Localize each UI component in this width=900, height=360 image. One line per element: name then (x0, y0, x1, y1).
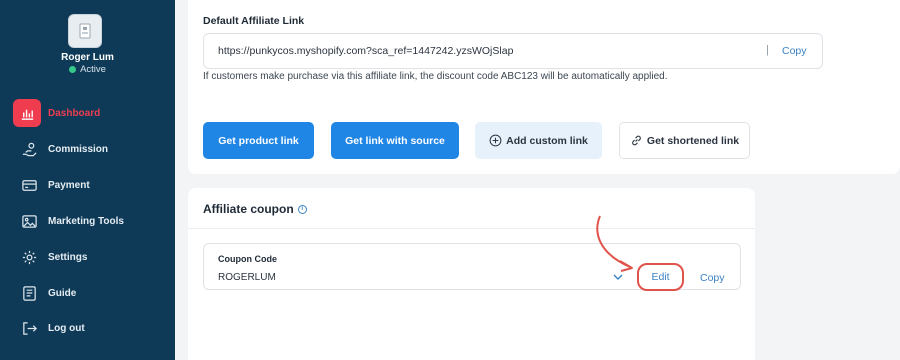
sidebar-item-label: Settings (48, 251, 88, 263)
book-icon (19, 283, 39, 303)
user-avatar-icon (79, 23, 91, 39)
copy-coupon-button[interactable]: Copy (700, 272, 725, 284)
coupon-code-field[interactable]: Coupon Code ROGERLUM Edit Copy (203, 243, 741, 291)
sidebar-item-commission[interactable]: Commission (0, 134, 175, 164)
edit-coupon-button[interactable]: Edit (637, 263, 684, 291)
affiliate-link-url[interactable]: https://punkycos.myshopify.com?sca_ref=1… (218, 45, 513, 57)
avatar[interactable] (68, 14, 102, 48)
user-name: Roger Lum (61, 52, 114, 63)
get-link-with-source-button[interactable]: Get link with source (331, 122, 459, 159)
plus-circle-icon (489, 134, 502, 147)
affiliate-coupon-title: Affiliate coupon (203, 202, 294, 216)
gear-icon (19, 247, 39, 267)
get-product-link-button[interactable]: Get product link (203, 122, 314, 159)
coupon-code-label: Coupon Code (218, 254, 277, 264)
image-icon (19, 211, 39, 231)
sidebar-item-logout[interactable]: Log out (0, 313, 175, 343)
copy-link-button[interactable]: Copy (782, 45, 807, 57)
sidebar-item-settings[interactable]: Settings (0, 242, 175, 272)
user-status: Active (0, 64, 175, 75)
affiliate-coupon-heading: Affiliate coupon i (203, 202, 307, 216)
sidebar-item-guide[interactable]: Guide (0, 278, 175, 308)
get-product-link-label: Get product link (218, 134, 299, 147)
add-custom-link-label: Add custom link (506, 134, 588, 147)
link-separator: | (766, 44, 769, 56)
sidebar-item-label: Payment (48, 179, 90, 191)
info-icon[interactable]: i (297, 204, 307, 214)
status-dot-icon (69, 66, 77, 73)
link-icon (632, 135, 641, 146)
add-custom-link-button[interactable]: Add custom link (475, 122, 602, 159)
sidebar-item-label: Log out (48, 322, 85, 334)
sidebar-item-marketing-tools[interactable]: Marketing Tools (0, 206, 175, 236)
affiliate-link-field[interactable]: https://punkycos.myshopify.com?sca_ref=1… (203, 33, 823, 69)
user-status-label: Active (80, 64, 106, 75)
credit-card-icon (19, 175, 39, 195)
get-shortened-link-label: Get shortened link (646, 134, 740, 147)
sidebar-item-payment[interactable]: Payment (0, 170, 175, 200)
get-shortened-link-button[interactable]: Get shortened link (619, 122, 750, 159)
affiliate-link-heading: Default Affiliate Link (203, 15, 305, 27)
chart-icon (13, 99, 41, 127)
chevron-down-icon[interactable] (612, 271, 624, 283)
sidebar-item-label: Dashboard (48, 107, 101, 119)
sidebar-item-label: Marketing Tools (48, 215, 124, 227)
affiliate-link-help-text: If customers make purchase via this affi… (203, 71, 668, 82)
get-link-with-source-label: Get link with source (345, 134, 445, 147)
sidebar-item-dashboard[interactable]: Dashboard (0, 98, 175, 128)
logout-icon (19, 318, 39, 338)
sidebar-item-label: Guide (48, 287, 77, 299)
annotation-arrow-icon (596, 215, 633, 272)
sidebar: Roger Lum Active Dashboard Commission Pa… (0, 0, 175, 360)
coupon-code-value: ROGERLUM (218, 272, 276, 283)
coupon-divider (188, 228, 755, 229)
sidebar-item-label: Commission (48, 143, 109, 155)
hand-coin-icon (19, 139, 39, 159)
